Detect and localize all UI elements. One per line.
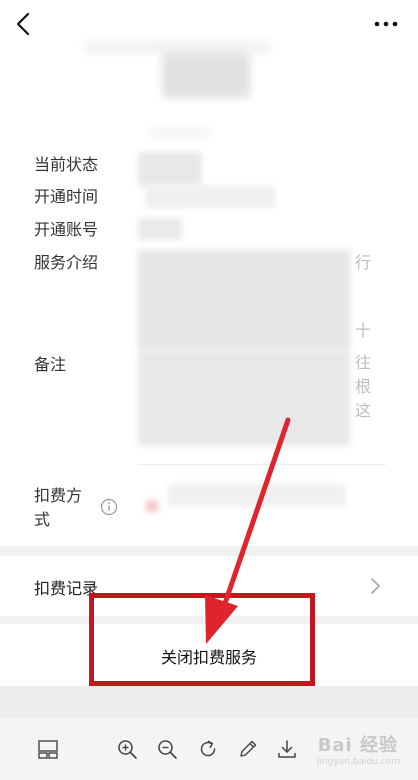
service-subtitle-blurred (150, 128, 210, 138)
more-options-button[interactable] (370, 8, 402, 40)
bottom-gap (0, 686, 418, 718)
image-toolbar: Bai 经验 jingyan.baidu.com (0, 718, 418, 780)
open-account-label: 开通账号 (34, 220, 99, 239)
edit-pen-icon[interactable] (237, 738, 259, 760)
intro-edge-text: 行 (354, 253, 371, 272)
rotate-icon[interactable] (197, 738, 219, 760)
deduct-method-label: 扣费方 (34, 486, 83, 505)
more-dots-icon (374, 21, 398, 27)
remarks-label: 备注 (34, 355, 67, 374)
back-arrow-icon (16, 12, 30, 36)
service-intro-value-blurred (138, 250, 350, 350)
deduct-method-icon-blurred (146, 500, 158, 512)
intro-edge-text: 十 (354, 321, 371, 340)
chevron-right-icon (371, 578, 380, 594)
open-time-label: 开通时间 (34, 187, 99, 206)
deduct-method-label-line2: 式 (34, 510, 51, 529)
current-status-value-blurred (138, 152, 202, 186)
current-status-label: 当前状态 (34, 155, 99, 174)
open-account-value-blurred (138, 218, 182, 240)
service-intro-label: 服务介绍 (34, 253, 99, 272)
zoom-in-icon[interactable] (116, 738, 138, 760)
highlight-box (89, 593, 315, 686)
watermark-brand: Bai 经验 (317, 735, 398, 756)
section-divider (138, 464, 386, 465)
download-icon[interactable] (276, 738, 298, 760)
remarks-value-blurred (138, 350, 350, 446)
watermark-url: jingyan.baidu.com (316, 757, 400, 767)
deduct-method-value-blurred (168, 484, 346, 506)
open-time-value-blurred (145, 186, 275, 208)
section-gap (0, 546, 418, 556)
remarks-edge-text: 这 (354, 401, 371, 420)
back-button[interactable] (10, 8, 38, 40)
remarks-edge-text: 往 (354, 353, 371, 372)
info-icon[interactable] (100, 498, 118, 516)
remarks-edge-text: 根 (354, 377, 371, 396)
service-logo-blurred (162, 52, 250, 98)
layout-icon[interactable] (37, 738, 59, 760)
zoom-out-icon[interactable] (156, 738, 178, 760)
